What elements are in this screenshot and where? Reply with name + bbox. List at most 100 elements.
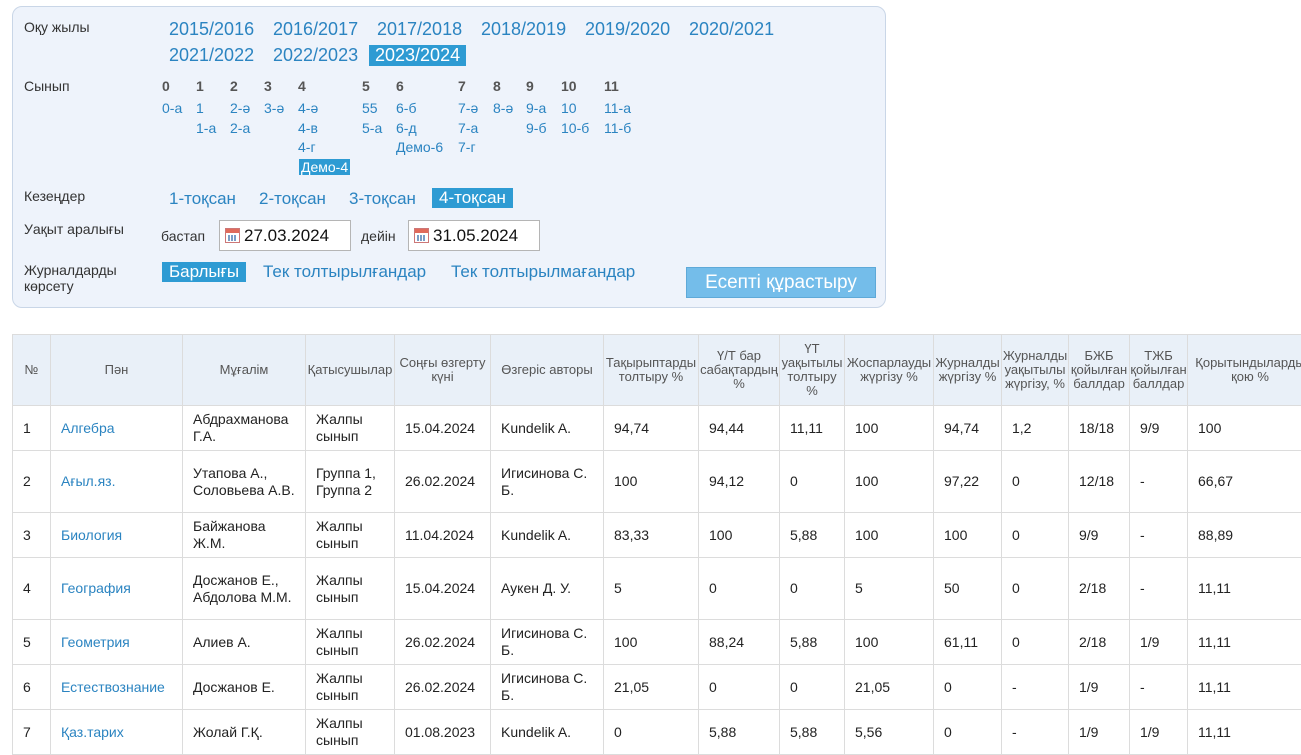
period-link[interactable]: 1-тоқсан	[169, 189, 236, 209]
class-link[interactable]: Демо-6	[396, 139, 443, 155]
period-link[interactable]: 2-тоқсан	[259, 189, 326, 209]
class-link[interactable]: 1	[196, 100, 204, 116]
build-report-button[interactable]: Есепті құрастыру	[686, 267, 876, 298]
table-cell: 11.04.2024	[394, 512, 491, 558]
grade-number: 10	[561, 78, 577, 94]
column-header: Пән	[50, 334, 183, 406]
table-header-row: № Пән Мұғалім Қатысушылар Соңғы өзгерту күні…	[12, 334, 1301, 406]
table-cell: -	[1001, 664, 1069, 710]
table-cell: 100	[844, 512, 934, 558]
class-link[interactable]: 6-б	[396, 100, 416, 116]
period-link-selected[interactable]: 4-тоқсан	[432, 188, 513, 208]
table-cell: 97,22	[933, 450, 1002, 513]
year-link[interactable]: 2016/2017	[273, 19, 358, 40]
table-cell: Жалпы сынып	[305, 709, 395, 755]
class-link[interactable]: 2-ә	[230, 100, 250, 116]
year-link-selected[interactable]: 2023/2024	[369, 45, 467, 66]
class-link[interactable]: 2-а	[230, 120, 250, 136]
class-link[interactable]: 7-ә	[458, 100, 478, 116]
show-unfilled-option[interactable]: Тек толтырылмағандар	[451, 262, 635, 282]
table-cell: Утапова А., Соловьева А.В.	[182, 450, 306, 513]
table-cell: Игисинова С. Б.	[490, 619, 604, 665]
table-cell: Жалпы сынып	[305, 405, 395, 451]
table-cell: 1/9	[1129, 709, 1188, 755]
table-cell: Жалпы сынып	[305, 619, 395, 665]
class-link[interactable]: 4-г	[298, 139, 316, 155]
subject-link[interactable]: Естествознание	[50, 664, 183, 710]
table-cell: -	[1129, 512, 1188, 558]
column-header: Соңғы өзгерту күні	[394, 334, 491, 406]
table-cell: 21,05	[603, 664, 699, 710]
year-link[interactable]: 2020/2021	[689, 19, 774, 40]
calendar-icon[interactable]	[225, 228, 240, 243]
class-link[interactable]: 4-в	[298, 120, 318, 136]
table-cell: 26.02.2024	[394, 664, 491, 710]
year-link[interactable]: 2022/2023	[273, 45, 358, 66]
class-link[interactable]: 7-а	[458, 120, 478, 136]
subject-link[interactable]: Геометрия	[50, 619, 183, 665]
table-cell: 1/9	[1068, 709, 1130, 755]
column-header: ҮТ уақытылы толтыру %	[779, 334, 845, 406]
table-cell: 5	[844, 557, 934, 620]
class-link[interactable]: 10-б	[561, 120, 589, 136]
year-link[interactable]: 2019/2020	[585, 19, 670, 40]
show-filled-option[interactable]: Тек толтырылғандар	[263, 262, 426, 282]
table-cell: Досжанов Е., Абдолова М.М.	[182, 557, 306, 620]
to-date-field[interactable]: 31.05.2024	[408, 220, 540, 251]
class-link[interactable]: 55	[362, 100, 378, 116]
from-date-field[interactable]: 27.03.2024	[219, 220, 351, 251]
table-cell: -	[1001, 709, 1069, 755]
table-cell: 61,11	[933, 619, 1002, 665]
table-cell: Досжанов Е.	[182, 664, 306, 710]
table-cell: 18/18	[1068, 405, 1130, 451]
class-link[interactable]: 10	[561, 100, 577, 116]
table-cell: 7	[12, 709, 51, 755]
table-cell: 0	[933, 709, 1002, 755]
year-link[interactable]: 2017/2018	[377, 19, 462, 40]
class-link[interactable]: 3-ә	[264, 100, 284, 116]
table-cell: 100	[1187, 405, 1301, 451]
subject-link[interactable]: География	[50, 557, 183, 620]
class-link[interactable]: 4-ә	[298, 100, 318, 116]
period-link[interactable]: 3-тоқсан	[349, 189, 416, 209]
subject-link[interactable]: Биология	[50, 512, 183, 558]
class-link[interactable]: 9-а	[526, 100, 546, 116]
table-cell: 15.04.2024	[394, 557, 491, 620]
table-cell: 5,88	[779, 512, 845, 558]
subject-link[interactable]: Қаз.тарих	[50, 709, 183, 755]
grade-number: 6	[396, 78, 404, 94]
class-link[interactable]: 7-г	[458, 139, 476, 155]
class-link[interactable]: 11-б	[604, 120, 631, 136]
table-cell: -	[1129, 557, 1188, 620]
year-link[interactable]: 2018/2019	[481, 19, 566, 40]
class-link[interactable]: 6-д	[396, 120, 417, 136]
grade-number: 2	[230, 78, 238, 94]
class-link[interactable]: 0-а	[162, 100, 182, 116]
class-link-selected[interactable]: Демо-4	[299, 158, 351, 175]
table-cell: Жолай Г.Қ.	[182, 709, 306, 755]
class-link[interactable]: 1-а	[196, 120, 216, 136]
class-link[interactable]: 9-б	[526, 120, 546, 136]
grade-number: 0	[162, 78, 170, 94]
year-link[interactable]: 2021/2022	[169, 45, 254, 66]
table-cell: 5,88	[698, 709, 780, 755]
calendar-icon[interactable]	[414, 228, 429, 243]
class-link[interactable]: 8-ә	[493, 100, 513, 116]
table-cell: 6	[12, 664, 51, 710]
table-cell: 100	[698, 512, 780, 558]
table-cell: 1,2	[1001, 405, 1069, 451]
class-link[interactable]: 11-а	[604, 100, 631, 116]
class-link[interactable]: 5-а	[362, 120, 382, 136]
subject-link[interactable]: Ағыл.яз.	[50, 450, 183, 513]
subject-link[interactable]: Алгебра	[50, 405, 183, 451]
year-link[interactable]: 2015/2016	[169, 19, 254, 40]
table-cell: 88,89	[1187, 512, 1301, 558]
table-cell: Игисинова С. Б.	[490, 450, 604, 513]
grade-number: 8	[493, 78, 501, 94]
show-all-option[interactable]: Барлығы	[162, 262, 247, 282]
period-label: Кезеңдер	[24, 188, 86, 204]
table-cell: Алиев А.	[182, 619, 306, 665]
table-cell: 26.02.2024	[394, 619, 491, 665]
table-cell: 66,67	[1187, 450, 1301, 513]
table-cell: 50	[933, 557, 1002, 620]
